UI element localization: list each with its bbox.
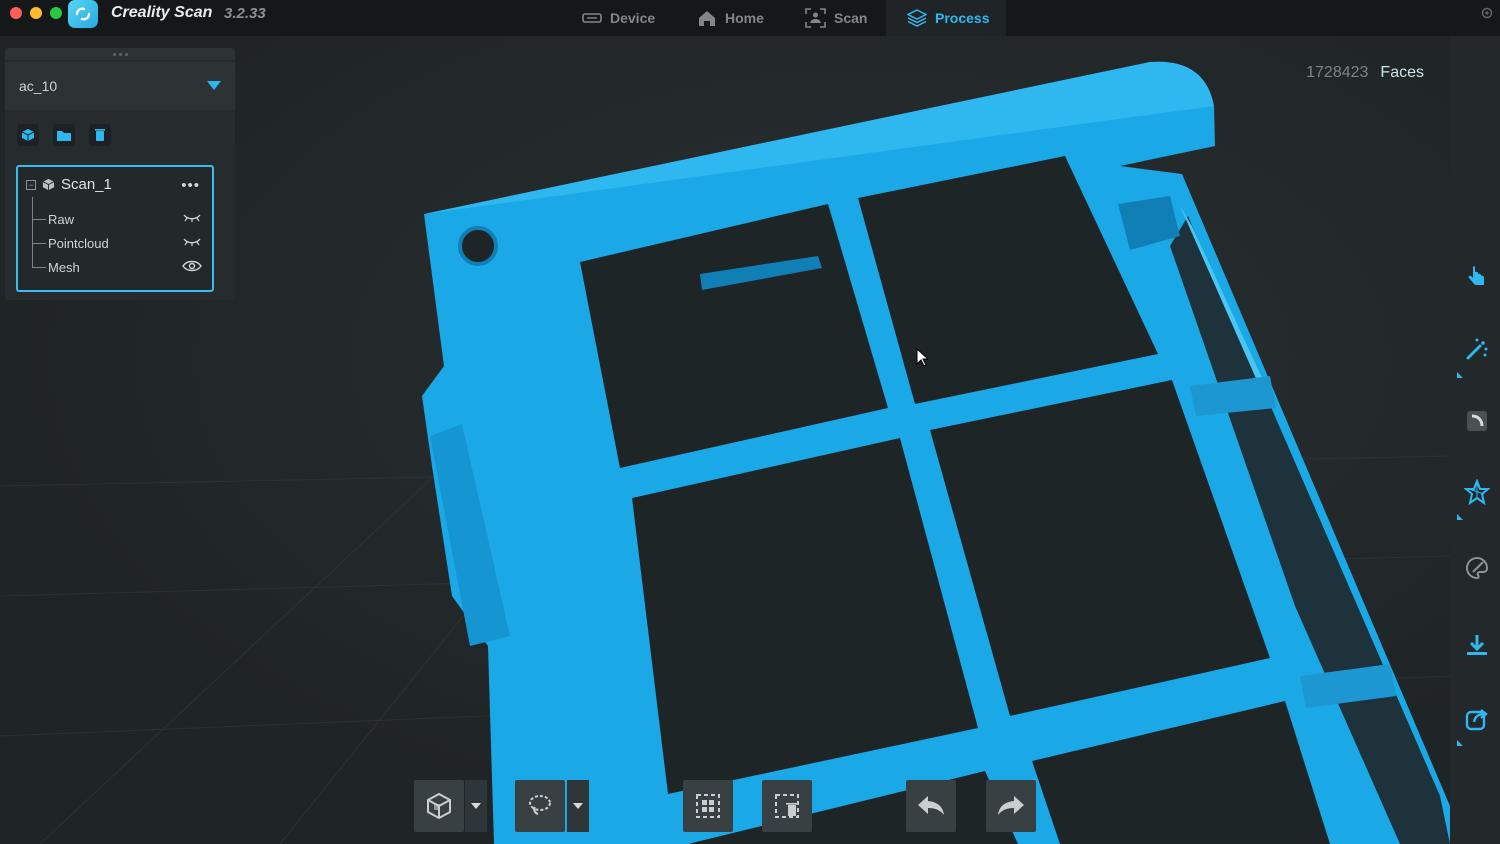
view-cube-icon (427, 792, 451, 820)
eye-closed-icon[interactable] (182, 212, 202, 224)
app-name: Creality Scan (111, 4, 213, 21)
delete-button[interactable] (89, 124, 111, 146)
texture-palette-icon[interactable] (1464, 555, 1490, 581)
face-count-display: 1728423 Faces (1306, 64, 1424, 82)
window-minimize-button[interactable] (30, 7, 42, 19)
window-close-button[interactable] (10, 7, 22, 19)
project-name: ac_10 (19, 78, 58, 94)
redo-button[interactable] (986, 780, 1036, 832)
tab-device[interactable]: Device (582, 0, 655, 36)
chevron-down-icon (471, 803, 481, 809)
share-icon[interactable] (1464, 706, 1490, 732)
tree-root-label: Scan_1 (61, 176, 112, 193)
panel-drag-handle[interactable] (5, 48, 235, 60)
tree-item-label: Pointcloud (48, 235, 109, 251)
download-icon[interactable] (1464, 632, 1490, 658)
select-dropdown-button[interactable] (567, 780, 589, 832)
tab-scan[interactable]: Scan (805, 0, 867, 36)
tree-item-mesh[interactable]: Mesh (32, 257, 202, 277)
scan-icon (805, 8, 826, 28)
tree-item-raw[interactable]: Raw (32, 209, 202, 229)
cube-icon (21, 129, 35, 141)
delete-selection-icon (775, 794, 799, 818)
more-options-icon[interactable]: ••• (181, 177, 200, 194)
panel-toolbar (17, 124, 111, 146)
redo-icon (998, 796, 1024, 815)
face-count: 1728423 (1306, 64, 1369, 81)
open-folder-button[interactable] (53, 124, 75, 146)
folder-icon (57, 130, 71, 141)
lasso-select-button[interactable] (515, 780, 565, 832)
tab-scan-label: Scan (834, 10, 868, 26)
eye-closed-icon[interactable] (182, 236, 202, 248)
layers-icon (907, 9, 927, 27)
delete-selection-button[interactable] (762, 780, 812, 832)
hand-pointer-icon[interactable] (1464, 264, 1490, 290)
lasso-icon (529, 795, 551, 815)
gear-icon[interactable] (1480, 6, 1494, 20)
project-dropdown[interactable]: ac_10 (5, 62, 235, 110)
select-all-icon (696, 794, 720, 818)
tab-process-label: Process (935, 10, 990, 26)
window-maximize-button[interactable] (50, 7, 62, 19)
view-cube-button[interactable] (414, 780, 464, 832)
tree-item-label: Mesh (48, 259, 80, 275)
tab-home-label: Home (725, 10, 764, 26)
tree-root-scan[interactable]: − Scan_1 (26, 176, 112, 193)
chevron-down-icon (573, 803, 583, 809)
app-version: 3.2.33 (224, 5, 266, 22)
face-count-label: Faces (1380, 64, 1424, 81)
alignment-icon[interactable] (1464, 408, 1490, 434)
home-icon (699, 11, 715, 26)
eye-icon[interactable] (182, 260, 202, 272)
mesh-star-icon[interactable] (1464, 479, 1490, 505)
cube-icon (42, 178, 55, 191)
select-all-button[interactable] (683, 780, 733, 832)
creality-scan-app: Creality Scan 3.2.33 Device Home Scan Pr… (0, 0, 1500, 844)
tree-item-pointcloud[interactable]: Pointcloud (32, 233, 202, 253)
title-bar: Creality Scan 3.2.33 Device Home Scan Pr… (0, 0, 1500, 36)
mesh-model (422, 61, 1450, 844)
tree-item-label: Raw (48, 211, 75, 227)
app-logo-icon (68, 0, 98, 28)
tab-process[interactable]: Process (886, 0, 1006, 36)
tab-device-label: Device (610, 10, 656, 26)
scan-tree: − Scan_1 ••• Raw Pointcloud Mesh (16, 165, 214, 292)
add-model-button[interactable] (17, 124, 39, 146)
undo-button[interactable] (906, 780, 956, 832)
right-toolbar (1450, 36, 1500, 844)
project-panel: ac_10 − Scan_1 ••• Raw Pointcloud Mesh (5, 48, 235, 300)
magic-wand-icon[interactable] (1464, 336, 1490, 362)
view-dropdown-button[interactable] (465, 780, 487, 832)
mouse-cursor-icon (916, 348, 928, 367)
collapse-icon[interactable]: − (26, 179, 36, 190)
trash-icon (95, 129, 105, 141)
chevron-down-icon (207, 81, 221, 90)
undo-icon (918, 796, 944, 815)
tab-home[interactable]: Home (697, 0, 764, 36)
device-icon (582, 13, 602, 23)
